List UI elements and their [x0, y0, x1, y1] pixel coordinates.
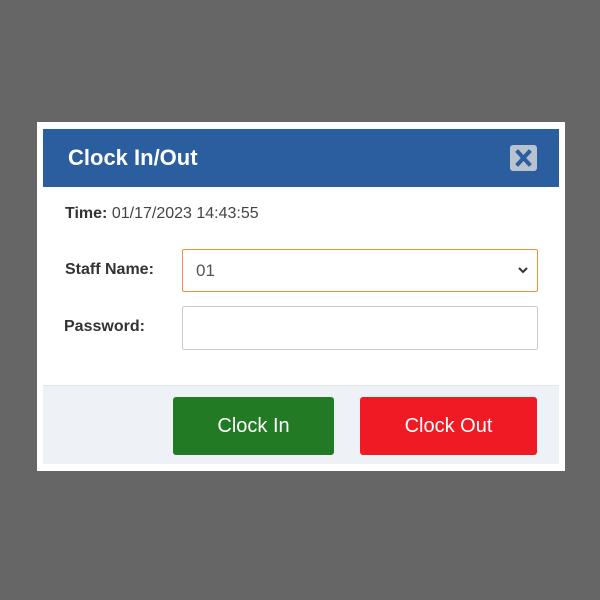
- clock-in-button[interactable]: Clock In: [173, 397, 334, 455]
- password-label: Password:: [64, 318, 145, 335]
- clock-out-button[interactable]: Clock Out: [360, 397, 537, 455]
- time-value: 01/17/2023 14:43:55: [111, 205, 259, 222]
- dialog-footer: Clock In Clock Out: [43, 385, 559, 464]
- chevron-down-icon: [518, 267, 528, 274]
- staff-name-label: Staff Name:: [65, 261, 154, 278]
- time-row: Time: 01/17/2023 14:43:55: [65, 205, 259, 223]
- time-label: Time:: [65, 205, 108, 222]
- close-button[interactable]: [510, 145, 537, 171]
- staff-name-select[interactable]: 01: [182, 249, 538, 292]
- close-icon: [515, 149, 532, 167]
- clock-dialog: Clock In/Out Time: 01/17/2023 14:43:55 S…: [37, 122, 565, 471]
- staff-name-selected-value: 01: [196, 261, 215, 280]
- password-field[interactable]: [182, 306, 538, 350]
- dialog-body: Time: 01/17/2023 14:43:55 Staff Name: 01…: [43, 187, 559, 384]
- dialog-header: Clock In/Out: [43, 129, 559, 187]
- dialog-title: Clock In/Out: [68, 145, 198, 170]
